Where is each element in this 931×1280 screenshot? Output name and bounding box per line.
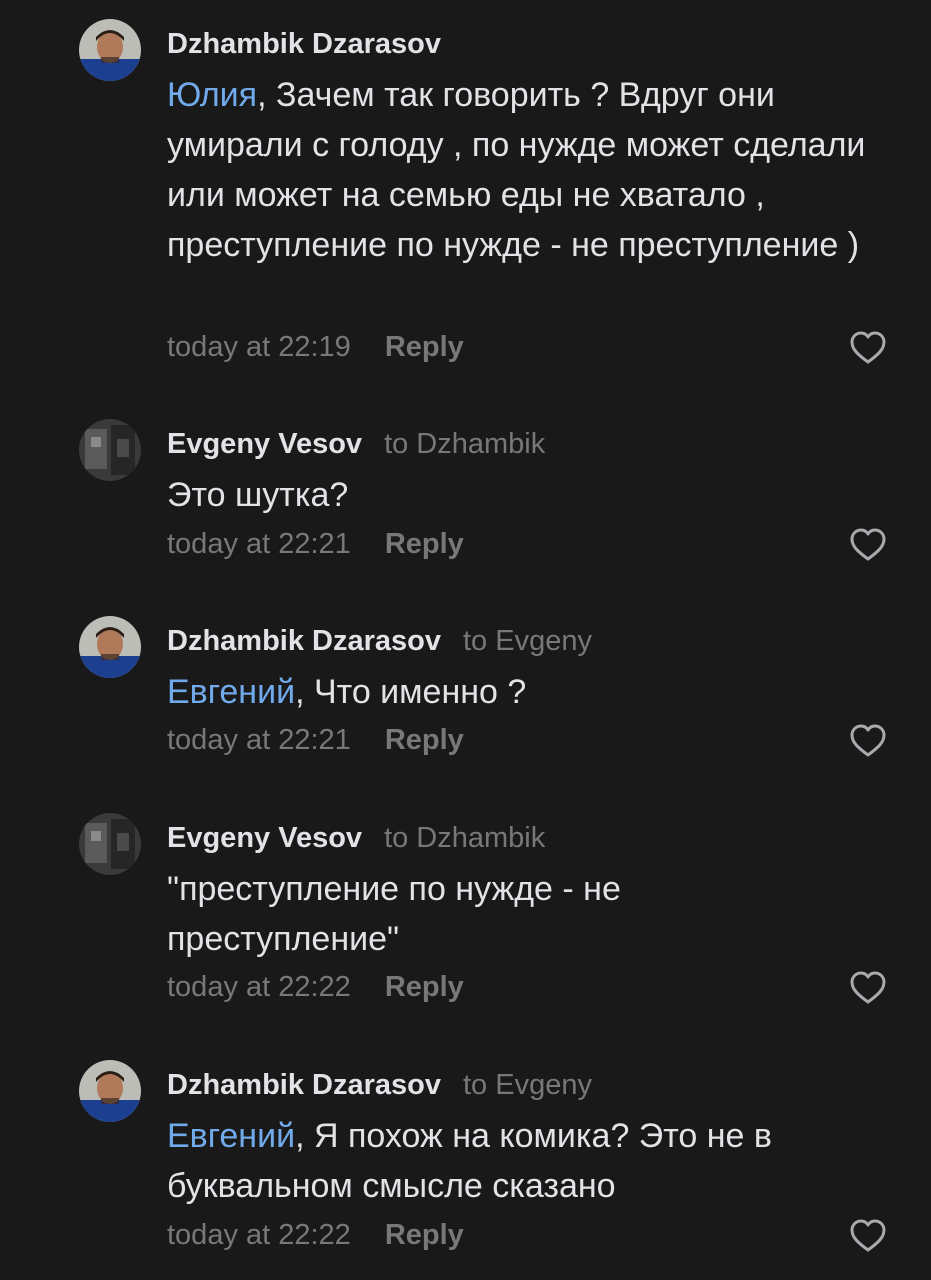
reply-to-label: to Dzhambik [384,822,546,854]
avatar[interactable] [79,616,141,678]
comment-header: Dzhambik Dzarasov [167,24,441,64]
author-name[interactable]: Dzhambik Dzarasov [167,625,441,657]
timestamp: today at 22:22 [167,971,351,1003]
author-name[interactable]: Evgeny Vesov [167,822,362,854]
comment-text: Это шутка? [167,470,887,520]
comment-meta: today at 22:22 Reply [167,1215,464,1255]
reply-button[interactable]: Reply [385,331,464,363]
comment-header: Dzhambik Dzarasov to Evgeny [167,1065,592,1105]
comment-header: Evgeny Vesov to Dzhambik [167,818,545,858]
like-button[interactable] [849,527,887,563]
reply-to-label: to Evgeny [463,625,592,657]
user-photo-icon [79,616,141,678]
user-photo-icon [79,19,141,81]
author-name[interactable]: Dzhambik Dzarasov [167,1069,441,1101]
reply-button[interactable]: Reply [385,971,464,1003]
comment-body: "преступление по нужде - не преступление… [167,870,621,958]
reply-button[interactable]: Reply [385,724,464,756]
heart-outline-icon [850,971,886,1004]
mention-link[interactable]: Евгений [167,673,295,711]
user-photo-icon [79,1060,141,1122]
comment-body: Это шутка? [167,476,349,514]
like-button[interactable] [849,723,887,759]
reply-button[interactable]: Reply [385,528,464,560]
heart-outline-icon [850,331,886,364]
avatar[interactable] [79,813,141,875]
like-button[interactable] [849,330,887,366]
comment-text: Евгений, Я похож на комика? Это не в бук… [167,1111,887,1211]
timestamp: today at 22:22 [167,1219,351,1251]
heart-outline-icon [850,1219,886,1252]
avatar[interactable] [79,419,141,481]
avatar[interactable] [79,1060,141,1122]
comment-meta: today at 22:21 Reply [167,524,464,564]
timestamp: today at 22:21 [167,528,351,560]
comment-header: Dzhambik Dzarasov to Evgeny [167,621,592,661]
comment-meta: today at 22:19 Reply [167,327,464,367]
avatar[interactable] [79,19,141,81]
comment-header: Evgeny Vesov to Dzhambik [167,424,545,464]
comment-body: , Зачем так говорить ? Вдруг они умирали… [167,76,866,264]
heart-outline-icon [850,528,886,561]
comment-text: Юлия, Зачем так говорить ? Вдруг они уми… [167,70,887,270]
reply-to-label: to Dzhambik [384,428,546,460]
author-name[interactable]: Evgeny Vesov [167,428,362,460]
reply-button[interactable]: Reply [385,1219,464,1251]
user-photo-icon [79,813,141,875]
comment-text: "преступление по нужде - не преступление… [167,864,727,964]
comment-text: Евгений, Что именно ? [167,667,887,717]
user-photo-icon [79,419,141,481]
author-name[interactable]: Dzhambik Dzarasov [167,28,441,60]
comment-body: , Что именно ? [295,673,527,711]
reply-to-label: to Evgeny [463,1069,592,1101]
like-button[interactable] [849,970,887,1006]
heart-outline-icon [850,724,886,757]
comment-meta: today at 22:21 Reply [167,720,464,760]
timestamp: today at 22:21 [167,724,351,756]
mention-link[interactable]: Юлия [167,76,257,114]
comment-meta: today at 22:22 Reply [167,967,464,1007]
comments-list: Dzhambik Dzarasov Юлия, Зачем так говори… [0,0,931,1280]
like-button[interactable] [849,1218,887,1254]
timestamp: today at 22:19 [167,331,351,363]
mention-link[interactable]: Евгений [167,1117,295,1155]
